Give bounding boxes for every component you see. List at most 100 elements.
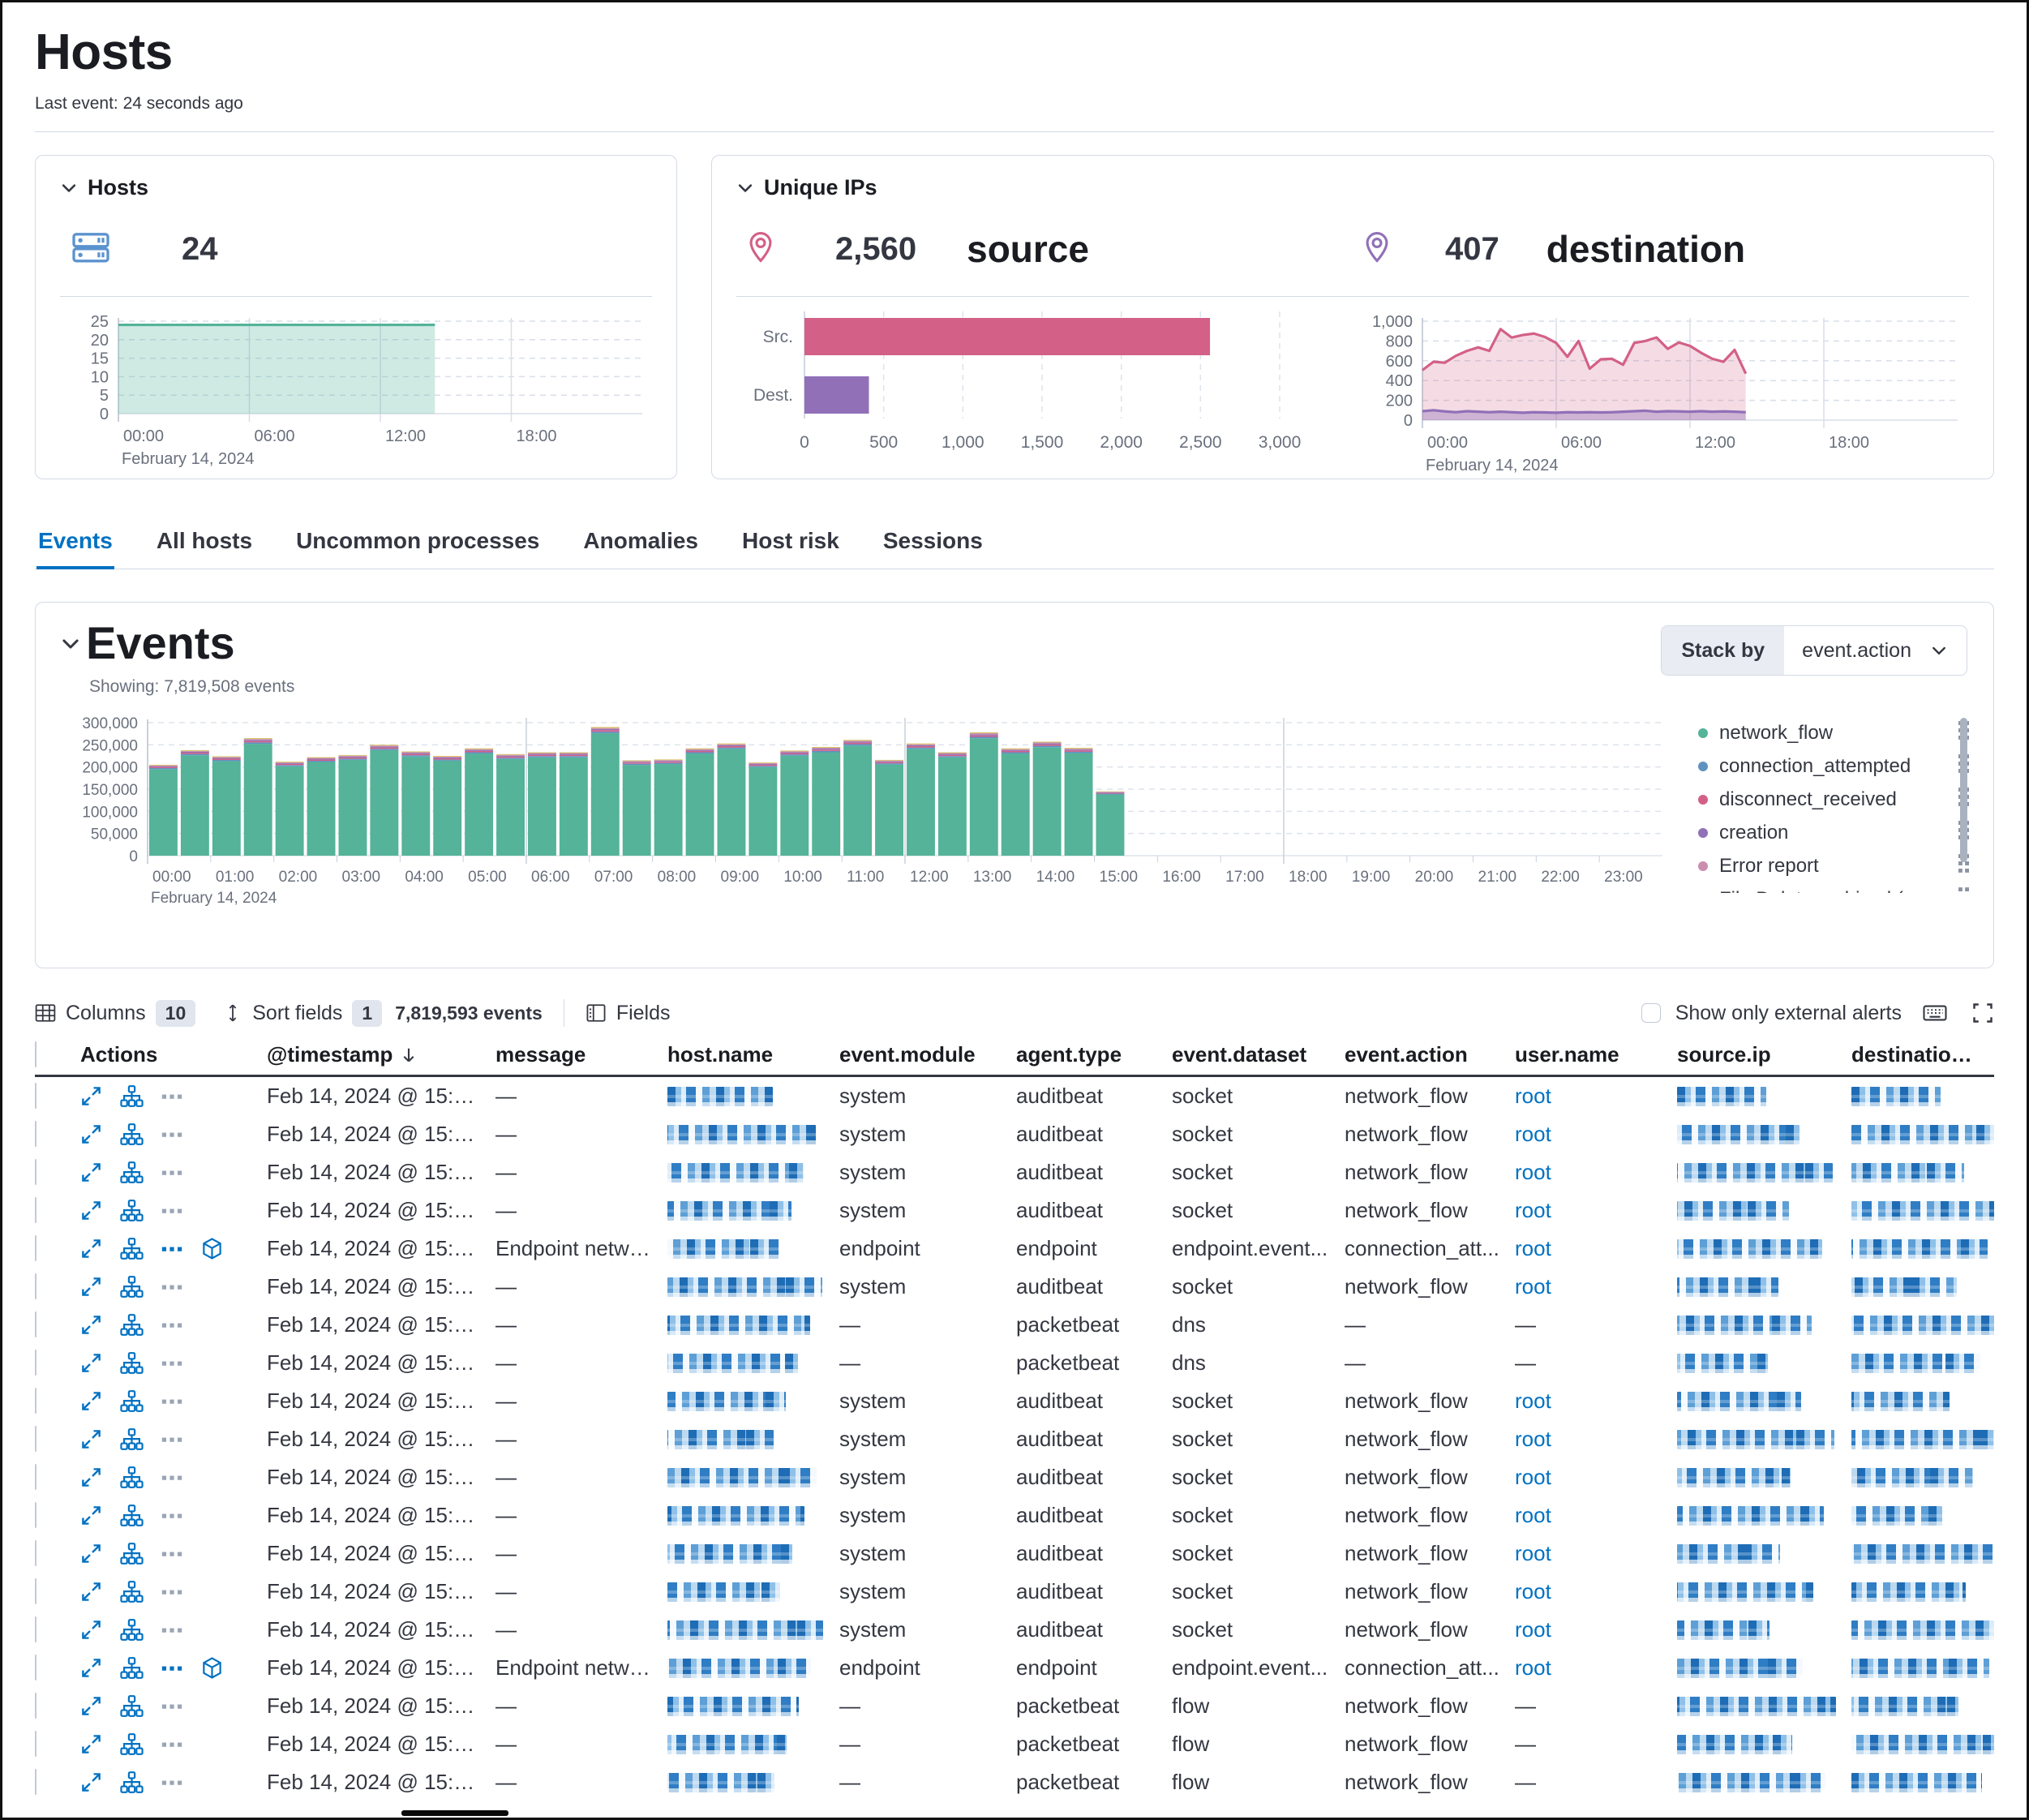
user-name-link[interactable]: root — [1515, 1122, 1551, 1146]
analyze-event-icon[interactable] — [120, 1504, 144, 1527]
tab-host-risk[interactable]: Host risk — [740, 520, 841, 569]
more-actions-icon[interactable] — [161, 1474, 182, 1481]
row-checkbox[interactable] — [35, 1197, 36, 1223]
column-header-agenttype[interactable]: agent.type — [1016, 1042, 1172, 1067]
analyze-event-icon[interactable] — [120, 1618, 144, 1642]
tab-sessions[interactable]: Sessions — [882, 520, 984, 569]
expand-event-icon[interactable] — [80, 1428, 102, 1450]
expand-event-icon[interactable] — [80, 1085, 102, 1107]
expand-event-icon[interactable] — [80, 1543, 102, 1565]
expand-event-icon[interactable] — [80, 1314, 102, 1336]
row-checkbox[interactable] — [35, 1578, 36, 1604]
fields-button[interactable]: Fields — [586, 1002, 671, 1025]
analyze-event-icon[interactable] — [120, 1466, 144, 1489]
more-actions-icon[interactable] — [161, 1284, 182, 1290]
more-actions-icon[interactable] — [161, 1398, 182, 1405]
expand-event-icon[interactable] — [80, 1352, 102, 1374]
row-checkbox[interactable] — [35, 1426, 36, 1452]
user-name-link[interactable]: root — [1515, 1465, 1551, 1489]
analyze-event-icon[interactable] — [120, 1161, 144, 1184]
more-actions-icon[interactable] — [161, 1665, 182, 1672]
column-header-eventaction[interactable]: event.action — [1345, 1042, 1515, 1067]
chevron-down-icon[interactable] — [736, 179, 754, 197]
row-checkbox[interactable] — [35, 1311, 36, 1337]
select-all-checkbox[interactable] — [35, 1041, 36, 1067]
more-actions-icon[interactable] — [161, 1779, 182, 1786]
column-header-destinationip[interactable]: destination.ip — [1851, 1042, 1994, 1067]
expand-event-icon[interactable] — [80, 1733, 102, 1755]
expand-event-icon[interactable] — [80, 1200, 102, 1221]
legend-item[interactable]: File Delete archived (... — [1698, 882, 1969, 893]
row-checkbox[interactable] — [35, 1769, 36, 1795]
row-checkbox[interactable] — [35, 1731, 36, 1757]
more-actions-icon[interactable] — [161, 1170, 182, 1176]
legend-item[interactable]: network_flow — [1698, 716, 1969, 749]
stack-by-select[interactable]: event.action — [1784, 626, 1967, 675]
sort-fields-button[interactable]: Sort fields 1 — [223, 1000, 382, 1027]
row-checkbox[interactable] — [35, 1121, 36, 1147]
legend-item[interactable]: connection_attempted — [1698, 749, 1969, 783]
legend-scrollbar-thumb[interactable] — [1960, 718, 1967, 862]
more-actions-icon[interactable] — [161, 1627, 182, 1633]
user-name-link[interactable]: root — [1515, 1617, 1551, 1642]
more-actions-icon[interactable] — [161, 1246, 182, 1252]
analyze-event-icon[interactable] — [120, 1694, 144, 1718]
analyze-event-icon[interactable] — [120, 1542, 144, 1565]
keyboard-icon[interactable] — [1923, 1001, 1947, 1025]
row-checkbox[interactable] — [35, 1655, 36, 1680]
expand-event-icon[interactable] — [80, 1390, 102, 1412]
expand-event-icon[interactable] — [80, 1238, 102, 1260]
expand-event-icon[interactable] — [80, 1123, 102, 1145]
columns-button[interactable]: Columns 10 — [35, 1000, 195, 1027]
expand-event-icon[interactable] — [80, 1276, 102, 1298]
row-checkbox[interactable] — [35, 1540, 36, 1566]
more-actions-icon[interactable] — [161, 1741, 182, 1748]
horizontal-scrollbar-thumb[interactable] — [401, 1810, 508, 1816]
expand-event-icon[interactable] — [80, 1657, 102, 1679]
expand-event-icon[interactable] — [80, 1581, 102, 1603]
legend-item[interactable]: creation — [1698, 816, 1969, 849]
legend-item[interactable]: Error report — [1698, 849, 1969, 882]
more-actions-icon[interactable] — [161, 1131, 182, 1138]
row-checkbox[interactable] — [35, 1083, 36, 1109]
row-checkbox[interactable] — [35, 1502, 36, 1528]
expand-event-icon[interactable] — [80, 1466, 102, 1488]
column-header-username[interactable]: user.name — [1515, 1042, 1677, 1067]
analyze-event-icon[interactable] — [120, 1199, 144, 1222]
more-actions-icon[interactable] — [161, 1322, 182, 1329]
column-header-timestamp[interactable]: @timestamp — [267, 1042, 495, 1067]
legend-options-icon[interactable] — [1958, 887, 1969, 894]
row-checkbox[interactable] — [35, 1350, 36, 1376]
expand-event-icon[interactable] — [80, 1619, 102, 1641]
analyze-event-icon[interactable] — [120, 1084, 144, 1108]
user-name-link[interactable]: root — [1515, 1655, 1551, 1680]
row-checkbox[interactable] — [35, 1464, 36, 1490]
row-checkbox[interactable] — [35, 1616, 36, 1642]
row-checkbox[interactable] — [35, 1693, 36, 1719]
more-actions-icon[interactable] — [161, 1208, 182, 1214]
user-name-link[interactable]: root — [1515, 1579, 1551, 1603]
chevron-down-icon[interactable] — [60, 179, 78, 197]
analyze-event-icon[interactable] — [120, 1313, 144, 1337]
user-name-link[interactable]: root — [1515, 1274, 1551, 1298]
column-header-hostname[interactable]: host.name — [667, 1042, 839, 1067]
more-actions-icon[interactable] — [161, 1703, 182, 1710]
row-checkbox[interactable] — [35, 1235, 36, 1261]
analyze-event-icon[interactable] — [120, 1656, 144, 1680]
user-name-link[interactable]: root — [1515, 1236, 1551, 1260]
analyze-event-icon[interactable] — [120, 1275, 144, 1298]
user-name-link[interactable]: root — [1515, 1503, 1551, 1527]
legend-item[interactable]: disconnect_received — [1698, 783, 1969, 816]
expand-event-icon[interactable] — [80, 1771, 102, 1793]
user-name-link[interactable]: root — [1515, 1084, 1551, 1108]
more-actions-icon[interactable] — [161, 1093, 182, 1100]
tab-uncommon-processes[interactable]: Uncommon processes — [294, 520, 541, 569]
tab-anomalies[interactable]: Anomalies — [581, 520, 700, 569]
user-name-link[interactable]: root — [1515, 1198, 1551, 1222]
column-header-message[interactable]: message — [495, 1042, 667, 1067]
analyze-event-icon[interactable] — [120, 1389, 144, 1413]
analyze-event-icon[interactable] — [120, 1427, 144, 1451]
column-header-sourceip[interactable]: source.ip — [1677, 1042, 1851, 1067]
analyze-event-icon[interactable] — [120, 1732, 144, 1756]
fullscreen-icon[interactable] — [1971, 1002, 1994, 1024]
